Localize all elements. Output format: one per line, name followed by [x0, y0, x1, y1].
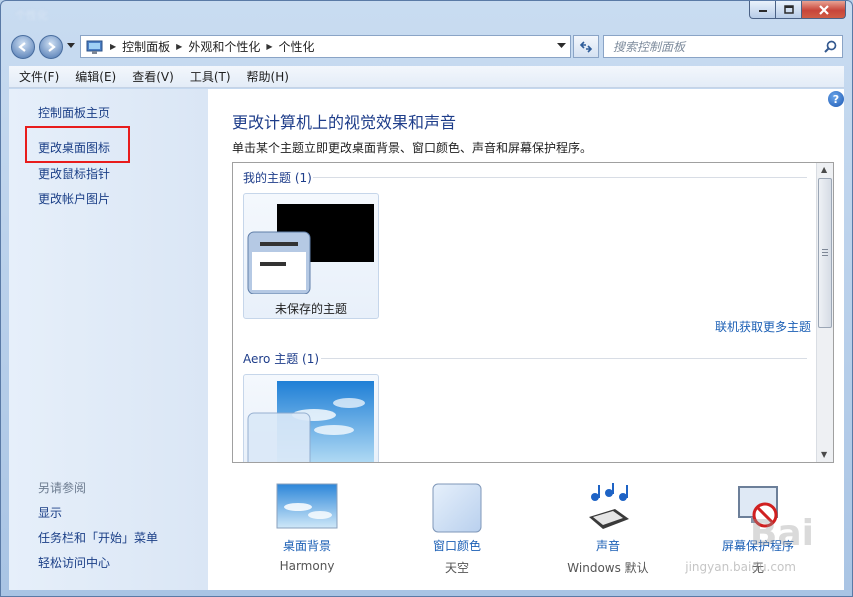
breadcrumb-personalization[interactable]: 个性化: [279, 38, 315, 55]
window-title: 个性化: [15, 9, 48, 22]
window-color-label[interactable]: 窗口颜色: [382, 537, 532, 554]
my-themes-header[interactable]: 我的主题 (1): [243, 169, 312, 186]
minimize-button[interactable]: [749, 1, 776, 19]
menu-bar: 文件(F) 编辑(E) 查看(V) 工具(T) 帮助(H): [9, 66, 844, 88]
search-input[interactable]: 搜索控制面板: [613, 38, 824, 55]
scroll-up-icon[interactable]: ▲: [821, 165, 827, 174]
address-bar[interactable]: ▶ 控制面板 ▶ 外观和个性化 ▶ 个性化: [80, 35, 571, 58]
breadcrumb-appearance[interactable]: 外观和个性化: [188, 38, 260, 55]
search-icon[interactable]: [824, 40, 837, 53]
menu-tools[interactable]: 工具(T): [190, 68, 231, 85]
see-also-ease-of-access-link[interactable]: 轻松访问中心: [38, 554, 110, 571]
maximize-button[interactable]: [776, 1, 802, 19]
task-pane: 控制面板主页 更改桌面图标 更改鼠标指针 更改帐户图片 另请参阅 显示 任务栏和…: [9, 89, 208, 590]
page-description: 单击某个主题立即更改桌面背景、窗口颜色、声音和屏幕保护程序。: [232, 141, 593, 155]
change-desktop-icons-link[interactable]: 更改桌面图标: [38, 139, 110, 156]
help-icon[interactable]: ?: [828, 91, 844, 107]
menu-edit[interactable]: 编辑(E): [75, 68, 116, 85]
close-button[interactable]: [802, 1, 846, 19]
arrow-left-icon: [18, 42, 26, 52]
close-icon: [818, 4, 829, 15]
refresh-icon: [579, 40, 593, 53]
sound-item[interactable]: 声音 Windows 默认: [533, 483, 683, 583]
breadcrumb-control-panel[interactable]: 控制面板: [122, 38, 170, 55]
scroll-thumb[interactable]: [818, 178, 832, 328]
watermark-url: jingyan.baidu.com: [685, 560, 796, 574]
caption-buttons: [749, 1, 846, 19]
desktop-background-value: Harmony: [279, 559, 335, 573]
breadcrumb-separator-icon: ▶: [110, 42, 117, 51]
see-also-display-link[interactable]: 显示: [38, 504, 62, 521]
themes-scrollbar[interactable]: ▲ ▼: [816, 163, 833, 462]
theme-preview-unsaved-icon: [247, 204, 374, 294]
page-title: 更改计算机上的视觉效果和声音: [232, 113, 457, 132]
menu-view[interactable]: 查看(V): [132, 68, 174, 85]
breadcrumb-separator-icon: ▶: [266, 42, 273, 51]
arrow-right-icon: [48, 42, 56, 52]
address-dropdown-icon[interactable]: [557, 43, 566, 49]
watermark-logo: Bai: [749, 513, 814, 554]
window-color-icon: [432, 483, 482, 533]
back-button[interactable]: [11, 35, 35, 59]
sound-value: Windows 默认: [567, 561, 649, 575]
theme-unsaved[interactable]: 未保存的主题: [243, 193, 379, 319]
title-bar: 个性化: [1, 1, 852, 29]
minimize-icon: [758, 9, 767, 12]
navigation-bar: ▶ 控制面板 ▶ 外观和个性化 ▶ 个性化 搜索控制面板: [1, 31, 852, 63]
scroll-grip-icon: [822, 249, 828, 256]
see-also-taskbar-link[interactable]: 任务栏和「开始」菜单: [38, 529, 158, 546]
theme-name-unsaved: 未保存的主题: [274, 302, 347, 316]
group-divider: [313, 177, 807, 178]
search-box[interactable]: 搜索控制面板: [603, 35, 843, 58]
change-account-picture-link[interactable]: 更改帐户图片: [38, 190, 110, 207]
sound-label[interactable]: 声音: [533, 537, 683, 554]
group-divider: [321, 358, 807, 359]
main-content: ? 更改计算机上的视觉效果和声音 单击某个主题立即更改桌面背景、窗口颜色、声音和…: [208, 89, 844, 590]
themes-list[interactable]: 我的主题 (1) 未保存的主题 联机获取更多主题 Aero 主题 (1) ▲ ▼: [232, 162, 834, 463]
theme-aero-windows[interactable]: [243, 374, 379, 462]
menu-file[interactable]: 文件(F): [19, 68, 59, 85]
window-color-value: 天空: [444, 561, 469, 575]
desktop-background-label[interactable]: 桌面背景: [232, 537, 382, 554]
sound-icon: [589, 483, 629, 529]
window: 个性化 ▶ 控制面板 ▶ 外观和个性化 ▶ 个性化 搜索控制面板 文件(F) 编…: [0, 0, 853, 597]
theme-preview-aero-icon: [247, 381, 374, 462]
control-panel-home-link[interactable]: 控制面板主页: [38, 104, 110, 121]
desktop-background-icon: [276, 483, 338, 529]
recent-pages-dropdown-icon[interactable]: [67, 43, 75, 49]
window-color-item[interactable]: 窗口颜色 天空: [382, 483, 532, 583]
get-more-themes-link[interactable]: 联机获取更多主题: [715, 318, 811, 335]
aero-themes-header[interactable]: Aero 主题 (1): [243, 350, 319, 367]
breadcrumb-separator-icon: ▶: [176, 42, 183, 51]
desktop-background-item[interactable]: 桌面背景 Harmony: [232, 483, 382, 583]
forward-button[interactable]: [39, 35, 63, 59]
scroll-down-icon[interactable]: ▼: [821, 450, 827, 459]
menu-help[interactable]: 帮助(H): [247, 68, 289, 85]
see-also-heading: 另请参阅: [38, 481, 87, 495]
change-mouse-pointers-link[interactable]: 更改鼠标指针: [38, 165, 110, 182]
refresh-button[interactable]: [573, 35, 599, 58]
control-panel-icon: [86, 40, 103, 54]
maximize-icon: [783, 5, 794, 14]
